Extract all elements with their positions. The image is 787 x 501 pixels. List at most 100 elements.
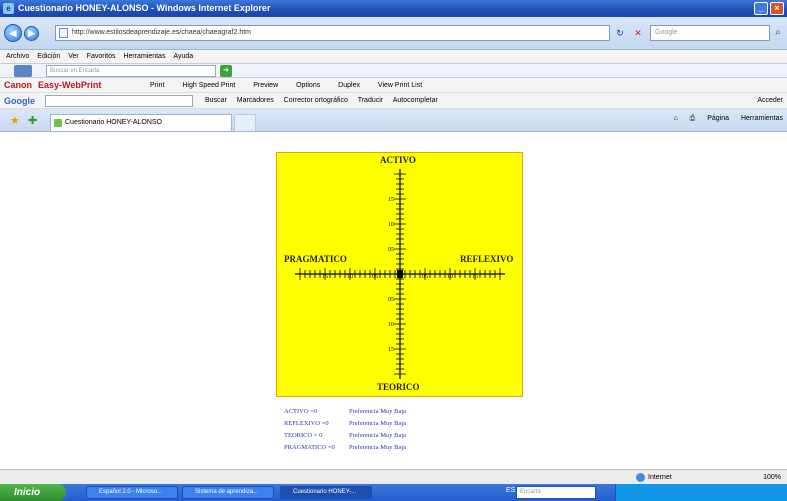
menu-ver[interactable]: Ver: [68, 50, 79, 64]
zone-label: Internet: [648, 474, 672, 481]
forward-button[interactable]: ▶: [24, 26, 39, 41]
axis-label-reflexivo: REFLEXIVO: [460, 254, 514, 264]
address-bar[interactable]: http://www.estilosdeaprendizaje.es/chaea…: [55, 25, 610, 41]
canon-items: Print High Speed Print Preview Options D…: [150, 78, 438, 93]
encarta-search-input[interactable]: Buscar en Encarta: [46, 65, 216, 77]
result-name: REFLEXIVO =0: [284, 420, 329, 427]
tick-label: 10: [388, 222, 394, 228]
new-tab-button[interactable]: [234, 114, 256, 131]
buscar-button[interactable]: Buscar: [205, 97, 227, 104]
search-placeholder: Google: [655, 29, 678, 36]
search-input[interactable]: Google: [650, 25, 770, 41]
menu-bar: Archivo Edición Ver Favoritos Herramient…: [0, 50, 787, 64]
tab-bar: ★ ✚ Cuestionario HONEY-ALONSO ⌂ ⎙ Página…: [0, 109, 787, 132]
canon-logo: Canon: [4, 80, 32, 90]
result-preference: Preferencia Muy Baja: [349, 408, 407, 415]
google-toolbar: Google Buscar Marcadores Corrector ortog…: [0, 93, 787, 109]
globe-icon: [636, 473, 645, 482]
security-zone[interactable]: Internet: [636, 470, 672, 485]
stop-icon[interactable]: ✕: [630, 25, 646, 41]
result-marker: [397, 270, 403, 278]
window-title-bar[interactable]: e Cuestionario HONEY-ALONSO - Windows In…: [0, 0, 787, 17]
autocompletar-button[interactable]: Autocompletar: [393, 97, 438, 104]
encarta-taskbar-search[interactable]: Encarta: [516, 486, 596, 499]
page-menu[interactable]: Página: [707, 115, 729, 122]
page-icon: [59, 28, 68, 38]
marcadores-button[interactable]: Marcadores: [237, 97, 274, 104]
system-tray: [615, 484, 787, 501]
result-name: ACTIVO =0: [284, 408, 318, 415]
favorites-star-icon[interactable]: ★: [10, 114, 20, 127]
menu-edicion[interactable]: Edición: [37, 50, 60, 64]
acceder-button[interactable]: Acceder: [757, 93, 783, 109]
duplex-button[interactable]: Duplex: [338, 82, 360, 89]
options-button[interactable]: Options: [296, 82, 320, 89]
menu-ayuda[interactable]: Ayuda: [173, 50, 193, 64]
result-preference: Preferencia Muy Baja: [349, 420, 407, 427]
result-preference: Preferencia Muy Baja: [349, 444, 407, 451]
address-url: http://www.estilosdeaprendizaje.es/chaea…: [72, 29, 251, 36]
traducir-button[interactable]: Traducir: [358, 97, 383, 104]
encarta-taskbar-placeholder: Encarta: [520, 489, 541, 495]
menu-archivo[interactable]: Archivo: [6, 50, 29, 64]
tick-label: 15: [322, 274, 328, 280]
encarta-icon: [14, 65, 32, 77]
result-row: REFLEXIVO =0 Preferencia Muy Baja: [284, 418, 406, 430]
print-button[interactable]: Print: [150, 82, 164, 89]
high-speed-print-button[interactable]: High Speed Print: [182, 82, 235, 89]
ie-icon: e: [3, 3, 14, 14]
tick-label: 15: [472, 274, 478, 280]
taskbar-item[interactable]: Sistema de aprendiza...: [182, 486, 274, 499]
tick-label: 05: [388, 297, 394, 303]
window-controls: _ ×: [754, 2, 784, 15]
result-row: ACTIVO =0 Preferencia Muy Baja: [284, 406, 406, 418]
home-icon[interactable]: ⌂: [673, 115, 677, 122]
close-button[interactable]: ×: [770, 2, 784, 15]
tick-label: 05: [372, 274, 378, 280]
start-button[interactable]: Inicio: [0, 484, 66, 501]
taskbar-item[interactable]: Español 2.0 - Microso...: [86, 486, 178, 499]
zoom-level[interactable]: 100%: [763, 470, 781, 485]
encarta-toolbar: Buscar en Encarta ➜: [0, 64, 787, 78]
status-bar: Internet 100%: [0, 469, 787, 484]
address-toolbar: ◀ ▶ http://www.estilosdeaprendizaje.es/c…: [0, 17, 787, 50]
minimize-button[interactable]: _: [754, 2, 768, 15]
axis-label-activo: ACTIVO: [380, 155, 416, 165]
result-row: PRAGMATICO =0 Preferencia Muy Baja: [284, 442, 406, 454]
google-items: Buscar Marcadores Corrector ortográfico …: [205, 93, 446, 109]
axis-label-pragmatico: PRAGMATICO: [284, 254, 347, 264]
tick-label: 05: [422, 274, 428, 280]
easy-webprint-menu[interactable]: Easy-WebPrint: [38, 78, 101, 93]
result-row: TEORICO = 0 Preferencia Muy Baja: [284, 430, 406, 442]
google-search-input[interactable]: [45, 95, 193, 107]
tick-label: 15: [388, 347, 394, 353]
result-preference: Preferencia Muy Baja: [349, 432, 407, 439]
menu-herramientas[interactable]: Herramientas: [123, 50, 165, 64]
tick-label: 10: [447, 274, 453, 280]
result-name: TEORICO = 0: [284, 432, 323, 439]
go-button[interactable]: ➜: [220, 65, 232, 77]
command-bar: ⌂ ⎙ Página Herramientas: [663, 115, 783, 123]
add-favorite-icon[interactable]: ✚: [28, 114, 37, 127]
back-button[interactable]: ◀: [4, 24, 22, 42]
search-icon[interactable]: ⌕: [771, 25, 785, 41]
results-list: ACTIVO =0 Preferencia Muy Baja REFLEXIVO …: [284, 406, 406, 454]
corrector-button[interactable]: Corrector ortográfico: [284, 97, 348, 104]
menu-favoritos[interactable]: Favoritos: [87, 50, 116, 64]
page-favicon-icon: [54, 119, 62, 127]
tick-label: 10: [347, 274, 353, 280]
windows-taskbar: Inicio Español 2.0 - Microso... Sistema …: [0, 484, 787, 501]
refresh-icon[interactable]: ↻: [612, 25, 628, 41]
taskbar-item-active[interactable]: Cuestionario HONEY-...: [280, 486, 372, 499]
result-name: PRAGMATICO =0: [284, 444, 335, 451]
tab-cuestionario[interactable]: Cuestionario HONEY-ALONSO: [50, 114, 232, 131]
view-print-list-button[interactable]: View Print List: [378, 82, 422, 89]
window-title: Cuestionario HONEY-ALONSO - Windows Inte…: [18, 3, 271, 13]
chart-svg: 15 10 05 05 10 15 15 10 05 05 10 15: [295, 169, 505, 379]
preview-button[interactable]: Preview: [253, 82, 278, 89]
print-icon[interactable]: ⎙: [690, 115, 696, 122]
tab-label: Cuestionario HONEY-ALONSO: [65, 119, 163, 126]
language-indicator[interactable]: ES: [506, 487, 515, 494]
tools-menu[interactable]: Herramientas: [741, 115, 783, 122]
axis-label-teorico: TEORICO: [377, 382, 420, 392]
